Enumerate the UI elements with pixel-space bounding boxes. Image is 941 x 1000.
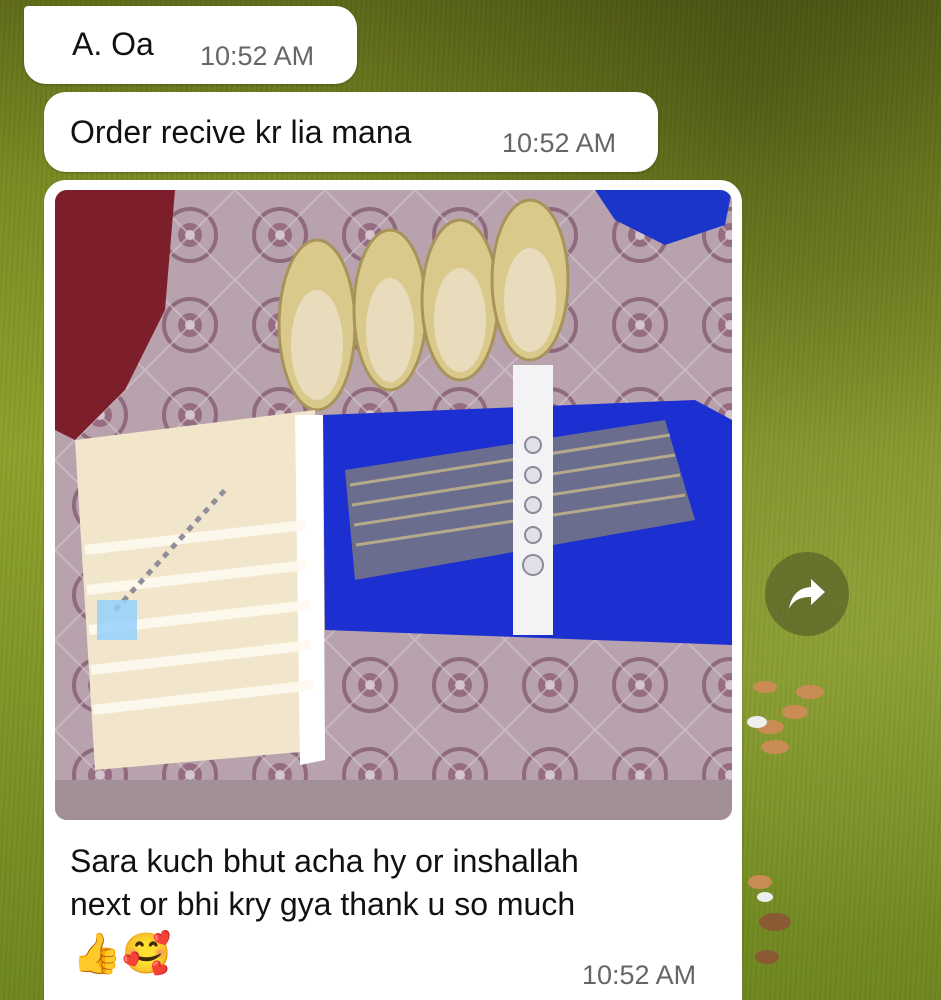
forward-share-button[interactable]	[765, 552, 849, 636]
caption-line-2: next or bhi kry gya thank u so much	[70, 886, 576, 922]
wallpaper-goats	[747, 681, 824, 964]
attached-photo[interactable]	[55, 190, 732, 820]
message-timestamp: 10:52 AM	[502, 128, 617, 158]
forward-share-icon	[789, 579, 825, 609]
emoji-reaction: 👍🥰	[72, 932, 172, 976]
message-bubble-2[interactable]: Order recive kr lia mana 10:52 AM	[44, 92, 658, 172]
message-text: A. Oa	[72, 26, 154, 62]
caption-line-1: Sara kuch bhut acha hy or inshallah	[70, 843, 579, 879]
message-caption: Sara kuch bhut acha hy or inshallah next…	[70, 840, 710, 926]
photo-content	[55, 190, 732, 820]
message-timestamp: 10:52 AM	[582, 960, 697, 990]
message-bubble-1[interactable]: A. Oa 10:52 AM	[24, 6, 357, 84]
message-timestamp: 10:52 AM	[200, 41, 315, 71]
message-bubble-image[interactable]: Sara kuch bhut acha hy or inshallah next…	[44, 180, 742, 1000]
message-text: Order recive kr lia mana	[70, 114, 412, 150]
